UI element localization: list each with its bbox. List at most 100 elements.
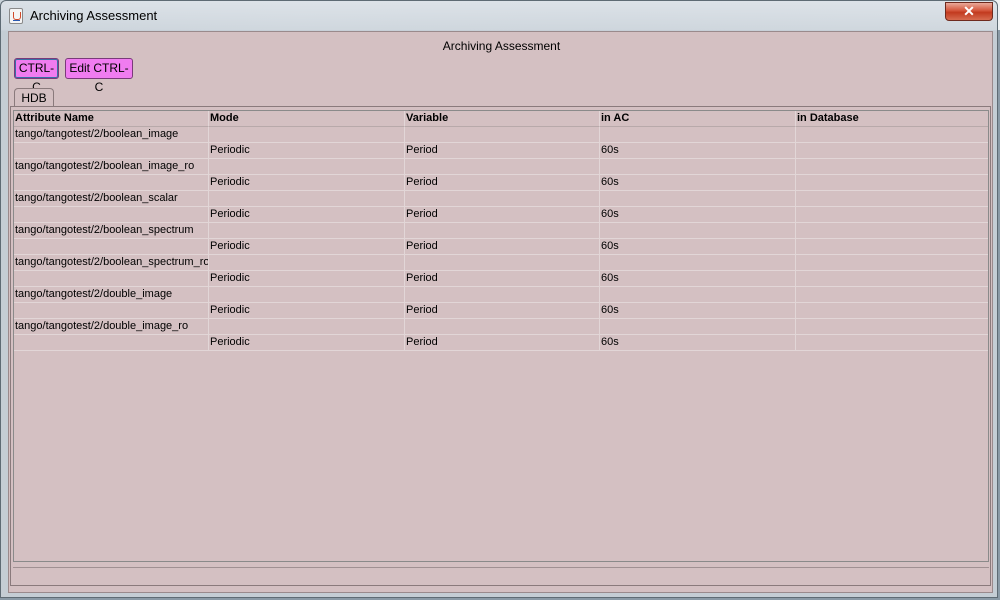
table-cell[interactable]: tango/tangotest/2/boolean_image_ro	[14, 159, 209, 175]
table-cell[interactable]	[600, 159, 796, 175]
header-mode[interactable]: Mode	[209, 111, 405, 127]
table-cell[interactable]: tango/tangotest/2/double_image_ro	[14, 319, 209, 335]
table-cell[interactable]	[796, 319, 988, 335]
table-cell[interactable]: tango/tangotest/2/double_image	[14, 287, 209, 303]
table-cell[interactable]: 60s	[600, 143, 796, 159]
table-row[interactable]: Periodic Period 60s	[14, 303, 988, 319]
table-row[interactable]: tango/tangotest/2/double_image_ro	[14, 319, 988, 335]
header-in-database[interactable]: in Database	[796, 111, 988, 127]
table-cell[interactable]: 60s	[600, 207, 796, 223]
table-cell[interactable]	[796, 143, 988, 159]
table-cell[interactable]	[796, 207, 988, 223]
table-cell[interactable]: Period	[405, 335, 600, 351]
table-cell[interactable]	[209, 223, 405, 239]
table-cell[interactable]: Periodic	[209, 207, 405, 223]
table-cell[interactable]: Periodic	[209, 303, 405, 319]
table-grid: Attribute Name Mode Variable in AC in Da…	[14, 111, 988, 351]
table-cell[interactable]	[14, 175, 209, 191]
table-cell[interactable]: 60s	[600, 335, 796, 351]
close-button[interactable]: ✕	[945, 2, 993, 21]
table-cell[interactable]	[405, 255, 600, 271]
table-row[interactable]: tango/tangotest/2/boolean_image_ro	[14, 159, 988, 175]
table-cell[interactable]: Periodic	[209, 271, 405, 287]
table-cell[interactable]	[14, 143, 209, 159]
table-cell[interactable]: tango/tangotest/2/boolean_spectrum_ro	[14, 255, 209, 271]
table-cell[interactable]	[796, 239, 988, 255]
table-cell[interactable]	[405, 287, 600, 303]
table-cell[interactable]	[405, 223, 600, 239]
table-cell[interactable]	[796, 175, 988, 191]
table-cell[interactable]	[405, 191, 600, 207]
table-row[interactable]: Periodic Period 60s	[14, 143, 988, 159]
header-attribute-name[interactable]: Attribute Name	[14, 111, 209, 127]
table-row[interactable]: Periodic Period 60s	[14, 207, 988, 223]
table-row[interactable]: tango/tangotest/2/boolean_spectrum	[14, 223, 988, 239]
table-cell[interactable]: 60s	[600, 175, 796, 191]
table-cell[interactable]: Period	[405, 143, 600, 159]
table-cell[interactable]: Period	[405, 175, 600, 191]
table-cell[interactable]: Period	[405, 207, 600, 223]
edit-copy-button[interactable]: Edit CTRL-C	[65, 58, 133, 94]
table-cell[interactable]: Periodic	[209, 335, 405, 351]
table-cell[interactable]	[600, 287, 796, 303]
table-cell[interactable]	[209, 287, 405, 303]
table-cell[interactable]: Period	[405, 271, 600, 287]
title-bar[interactable]: Archiving Assessment ✕	[1, 1, 999, 31]
table-cell[interactable]	[209, 255, 405, 271]
table-cell[interactable]: 60s	[600, 271, 796, 287]
table-cell[interactable]: tango/tangotest/2/boolean_scalar	[14, 191, 209, 207]
table-row[interactable]: Periodic Period 60s	[14, 175, 988, 191]
table-row[interactable]: tango/tangotest/2/boolean_image	[14, 127, 988, 143]
table-cell[interactable]: 60s	[600, 303, 796, 319]
table-cell[interactable]	[600, 191, 796, 207]
table-cell[interactable]	[600, 319, 796, 335]
copy-button[interactable]: CTRL-C	[14, 58, 59, 94]
table-cell[interactable]: tango/tangotest/2/boolean_spectrum	[14, 223, 209, 239]
assessment-table[interactable]: Attribute Name Mode Variable in AC in Da…	[13, 110, 989, 562]
table-cell[interactable]	[405, 319, 600, 335]
table-cell[interactable]: Periodic	[209, 239, 405, 255]
table-cell[interactable]	[14, 239, 209, 255]
header-in-ac[interactable]: in AC	[600, 111, 796, 127]
table-cell[interactable]	[209, 191, 405, 207]
table-row[interactable]: Periodic Period 60s	[14, 271, 988, 287]
table-cell[interactable]	[796, 255, 988, 271]
table-cell[interactable]	[600, 223, 796, 239]
table-cell[interactable]	[209, 127, 405, 143]
table-row[interactable]: tango/tangotest/2/boolean_spectrum_ro	[14, 255, 988, 271]
table-cell[interactable]	[796, 287, 988, 303]
table-row[interactable]: tango/tangotest/2/double_image	[14, 287, 988, 303]
table-cell[interactable]	[796, 335, 988, 351]
java-app-icon[interactable]	[9, 8, 23, 24]
table-cell[interactable]	[796, 303, 988, 319]
table-cell[interactable]: tango/tangotest/2/boolean_image	[14, 127, 209, 143]
table-row[interactable]: Periodic Period 60s	[14, 239, 988, 255]
table-cell[interactable]	[405, 127, 600, 143]
table-cell[interactable]	[796, 127, 988, 143]
table-cell[interactable]	[14, 335, 209, 351]
panel-title: Archiving Assessment	[442, 39, 561, 53]
table-cell[interactable]	[796, 191, 988, 207]
table-row[interactable]: Periodic Period 60s	[14, 335, 988, 351]
table-cell[interactable]	[796, 159, 988, 175]
table-cell[interactable]	[600, 255, 796, 271]
table-cell[interactable]	[14, 207, 209, 223]
table-cell[interactable]	[209, 159, 405, 175]
table-cell[interactable]: Period	[405, 239, 600, 255]
table-cell[interactable]	[14, 271, 209, 287]
table-cell[interactable]: 60s	[600, 239, 796, 255]
table-cell[interactable]	[14, 303, 209, 319]
tab-hdb[interactable]: HDB	[14, 88, 54, 107]
table-cell[interactable]	[209, 319, 405, 335]
header-variable[interactable]: Variable	[405, 111, 600, 127]
table-cell[interactable]: Periodic	[209, 175, 405, 191]
table-cell[interactable]	[600, 127, 796, 143]
client-area: Archiving Assessment CTRL-C Edit CTRL-C …	[8, 31, 993, 593]
table-cell[interactable]	[796, 223, 988, 239]
table-cell[interactable]	[796, 271, 988, 287]
table-cell[interactable]: Periodic	[209, 143, 405, 159]
table-cell[interactable]: Period	[405, 303, 600, 319]
table-cell[interactable]	[405, 159, 600, 175]
table-row[interactable]: tango/tangotest/2/boolean_scalar	[14, 191, 988, 207]
app-window: Archiving Assessment ✕ Archiving Assessm…	[0, 0, 998, 598]
